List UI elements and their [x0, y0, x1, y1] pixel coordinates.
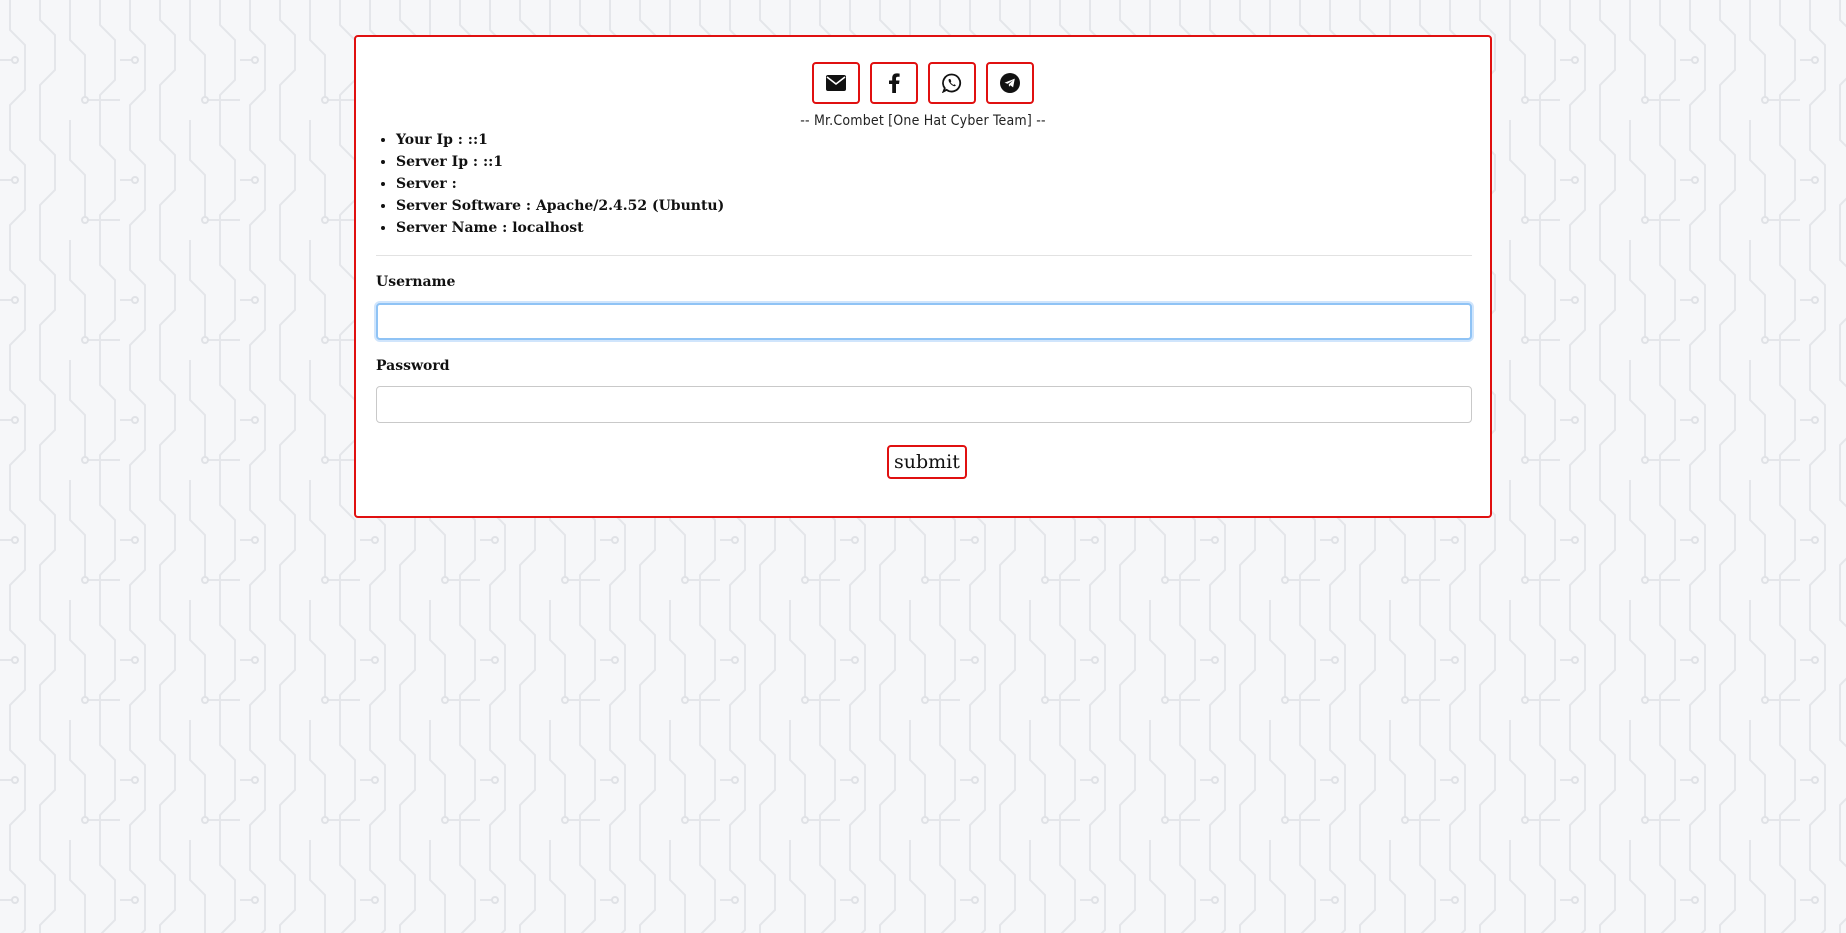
info-server-name: Server Name : localhost: [396, 217, 724, 239]
credit-text: -- Mr.Combet [One Hat Cyber Team] --: [800, 113, 1046, 129]
social-links: [356, 62, 1490, 104]
info-server-software: Server Software : Apache/2.4.52 (Ubuntu): [396, 195, 724, 217]
password-label: Password: [376, 358, 450, 374]
facebook-icon: [889, 73, 900, 93]
info-your-ip: Your Ip : ::1: [396, 129, 724, 151]
whatsapp-button[interactable]: [928, 62, 976, 104]
username-input[interactable]: [376, 303, 1472, 340]
whatsapp-icon: [942, 73, 962, 93]
facebook-button[interactable]: [870, 62, 918, 104]
email-button[interactable]: [812, 62, 860, 104]
server-info-list: Your Ip : ::1 Server Ip : ::1 Server : S…: [376, 129, 724, 239]
info-server-ip: Server Ip : ::1: [396, 151, 724, 173]
telegram-icon: [1000, 73, 1020, 93]
telegram-button[interactable]: [986, 62, 1034, 104]
username-label: Username: [376, 274, 456, 290]
envelope-icon: [826, 75, 846, 91]
info-server: Server :: [396, 173, 724, 195]
login-panel: -- Mr.Combet [One Hat Cyber Team] -- You…: [354, 35, 1492, 518]
password-input[interactable]: [376, 386, 1472, 423]
divider: [376, 255, 1472, 256]
submit-button[interactable]: submit: [887, 445, 967, 479]
